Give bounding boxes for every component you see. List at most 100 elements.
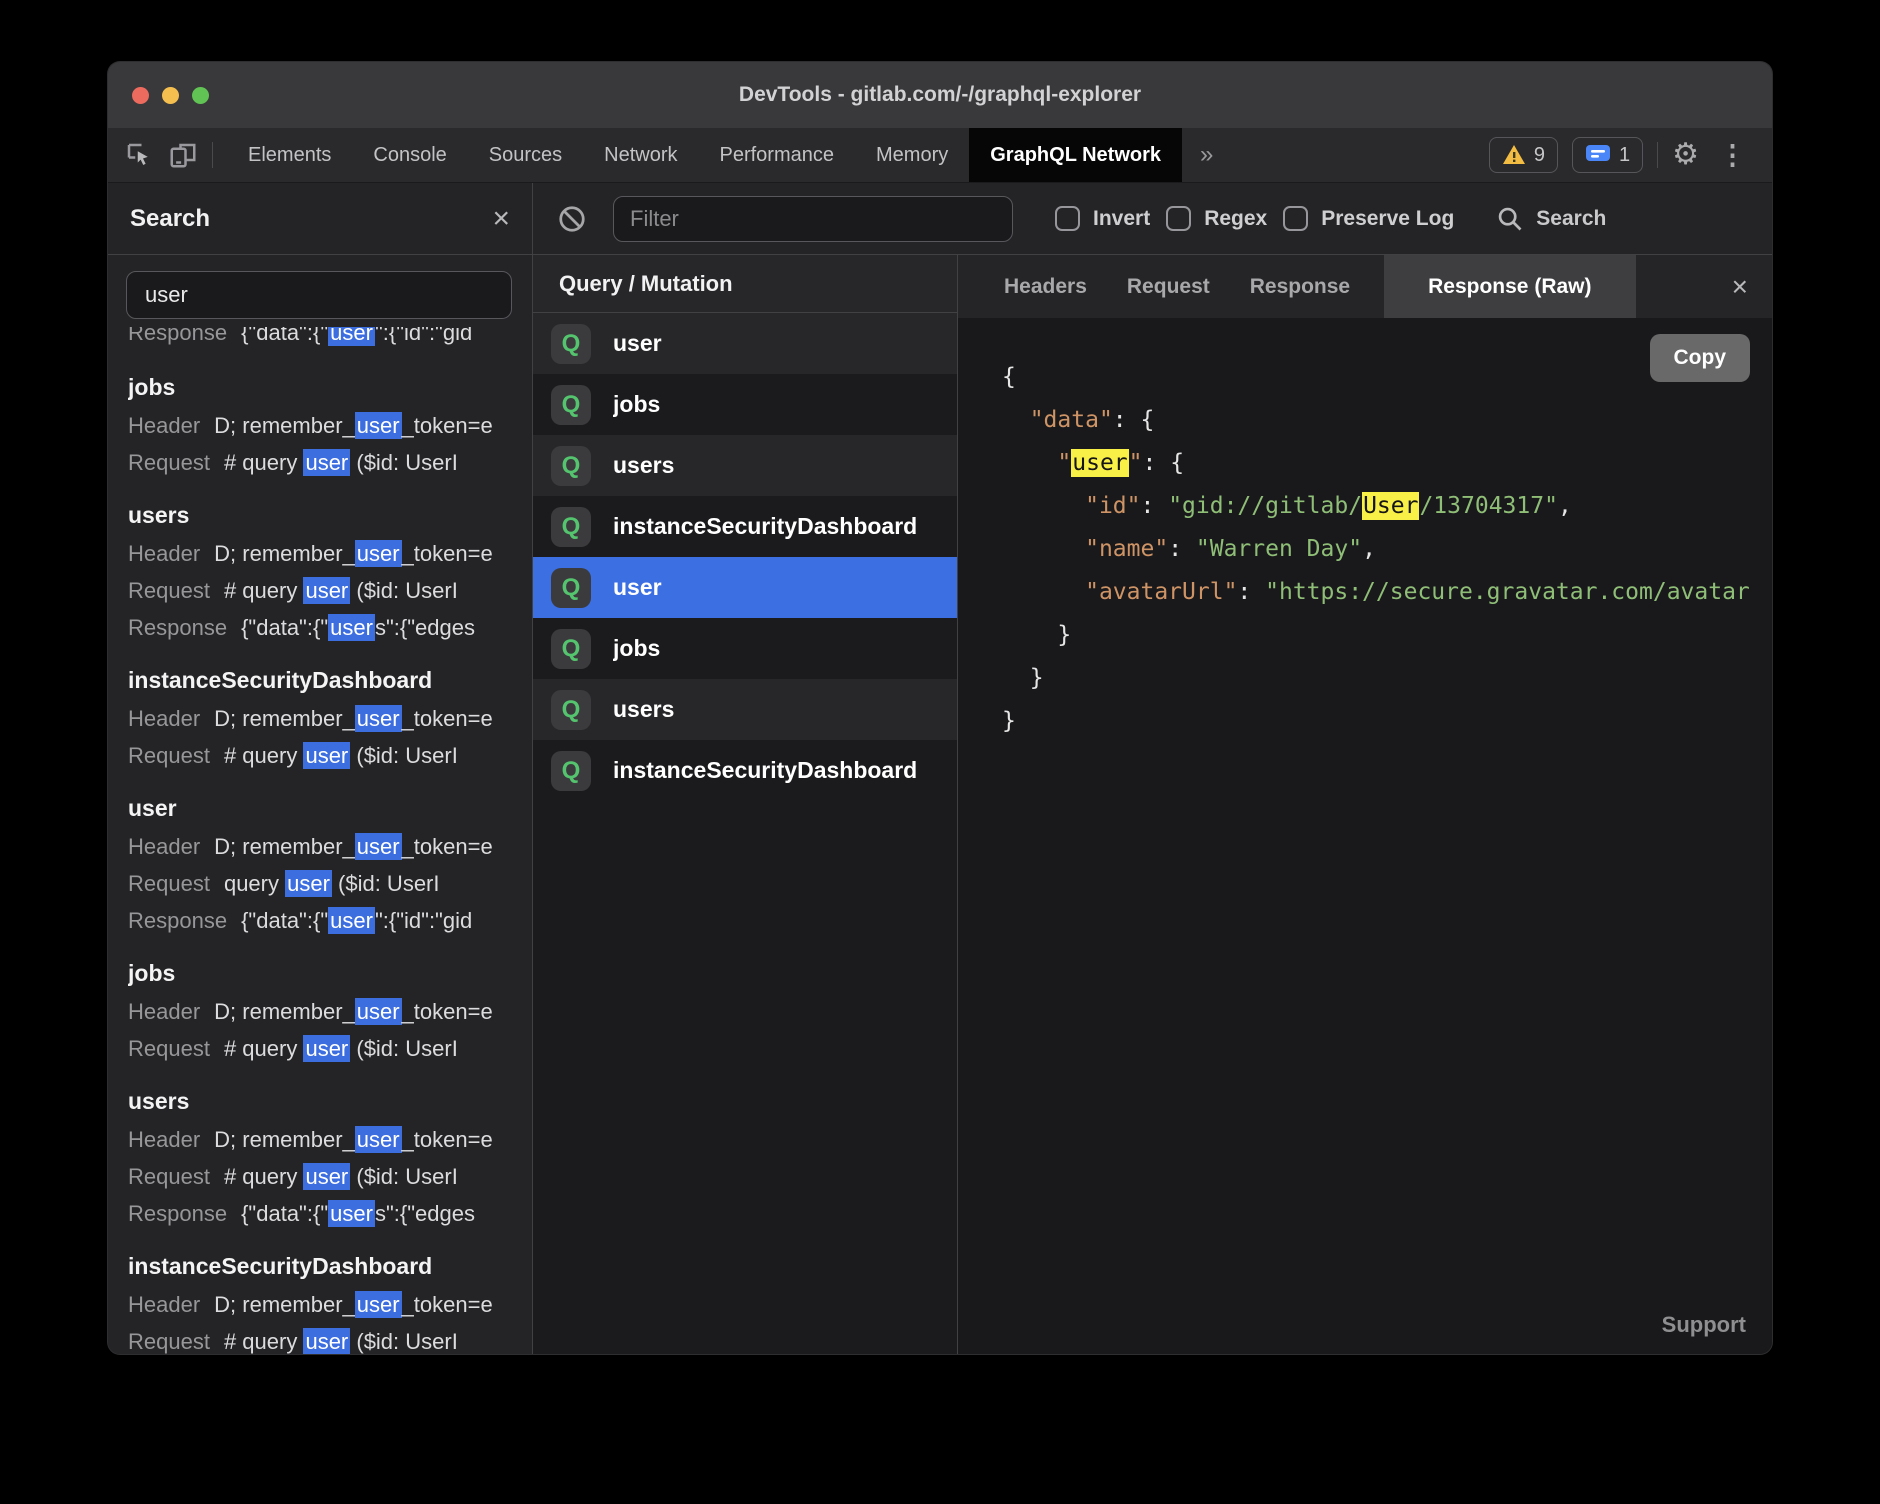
details-tab-response-raw[interactable]: Response (Raw) — [1384, 255, 1635, 318]
device-toolbar-icon[interactable] — [168, 140, 198, 170]
entry-title: jobs — [128, 367, 526, 407]
line-label: Header — [128, 706, 200, 731]
regex-checkbox[interactable] — [1166, 206, 1191, 231]
line-label: Request — [128, 871, 210, 896]
response-raw-body: Copy { "data": { "user": { "id": "gid://… — [958, 318, 1772, 1354]
search-result-line: HeaderD; remember_user_token=e — [128, 407, 526, 444]
search-result-line: Request# query user ($id: UserI — [128, 1323, 526, 1354]
toolbar-search[interactable]: Search — [1496, 205, 1606, 233]
search-result-entry[interactable]: usersHeaderD; remember_user_token=eReque… — [128, 495, 526, 646]
inspect-element-icon[interactable] — [124, 140, 154, 170]
details-tab-response[interactable]: Response — [1230, 255, 1370, 318]
line-label: Response — [128, 1201, 227, 1226]
kebab-menu-icon[interactable]: ⋮ — [1713, 142, 1752, 169]
query-row-user[interactable]: Quser — [533, 557, 957, 618]
tab-graphql-network[interactable]: GraphQL Network — [969, 128, 1182, 182]
checkbox-preserve-log[interactable]: Preserve Log — [1283, 206, 1454, 231]
line-label: Header — [128, 541, 200, 566]
warnings-badge[interactable]: 9 — [1489, 137, 1558, 173]
tab-performance[interactable]: Performance — [699, 128, 856, 182]
match-highlight: user — [355, 1126, 402, 1153]
line-text: {"data":{" — [241, 1201, 328, 1226]
checkbox-regex[interactable]: Regex — [1166, 206, 1267, 231]
line-text: ($id: UserI — [350, 578, 458, 603]
json-token: "Warren Day" — [1196, 536, 1362, 562]
query-row-users[interactable]: Qusers — [533, 435, 957, 496]
search-result-entry[interactable]: jobsHeaderD; remember_user_token=eReques… — [128, 367, 526, 481]
toolbar-separator — [212, 142, 213, 168]
match-highlight: user — [328, 327, 375, 346]
line-text: # query — [224, 1164, 304, 1189]
search-result-entry[interactable]: instanceSecurityDashboardHeaderD; rememb… — [128, 660, 526, 774]
invert-checkbox[interactable] — [1055, 206, 1080, 231]
more-tabs-chevron[interactable]: » — [1182, 128, 1231, 182]
json-token: : — [1168, 536, 1196, 562]
toolbar-search-label: Search — [1536, 207, 1606, 231]
line-text: query — [224, 871, 285, 896]
search-result-entry[interactable]: userHeaderD; remember_user_token=eReques… — [128, 788, 526, 939]
query-row-jobs[interactable]: Qjobs — [533, 374, 957, 435]
preserve-log-checkbox[interactable] — [1283, 206, 1308, 231]
match-highlight: user — [328, 1200, 375, 1227]
query-row-label: users — [613, 452, 674, 479]
tab-network[interactable]: Network — [583, 128, 698, 182]
json-token: : — [1237, 579, 1265, 605]
search-input[interactable] — [126, 271, 512, 319]
query-row-instancesecuritydashboard[interactable]: QinstanceSecurityDashboard — [533, 496, 957, 557]
line-text: D; remember_ — [214, 834, 355, 859]
line-label: Response — [128, 327, 227, 345]
query-row-users[interactable]: Qusers — [533, 679, 957, 740]
match-highlight: user — [328, 907, 375, 934]
search-result-entry[interactable]: jobsHeaderD; remember_user_token=eReques… — [128, 953, 526, 1067]
settings-gear-icon[interactable]: ⚙ — [1672, 140, 1699, 170]
tab-sources[interactable]: Sources — [468, 128, 583, 182]
query-row-label: users — [613, 696, 674, 723]
line-text: # query — [224, 743, 304, 768]
search-result-entry[interactable]: instanceSecurityDashboardHeaderD; rememb… — [128, 1246, 526, 1354]
search-result-line: HeaderD; remember_user_token=e — [128, 993, 526, 1030]
line-text: D; remember_ — [214, 706, 355, 731]
messages-badge[interactable]: 1 — [1572, 137, 1643, 173]
window-title: DevTools - gitlab.com/-/graphql-explorer — [108, 83, 1772, 107]
support-link[interactable]: Support — [1662, 1312, 1746, 1338]
clear-block-icon[interactable] — [557, 204, 587, 234]
match-highlight: user — [355, 705, 402, 732]
regex-label: Regex — [1204, 207, 1267, 231]
details-tab-headers[interactable]: Headers — [984, 255, 1107, 318]
json-token: "id" — [1085, 493, 1140, 519]
tab-console[interactable]: Console — [352, 128, 467, 182]
details-close-icon[interactable]: × — [1732, 271, 1748, 303]
query-type-badge: Q — [551, 507, 591, 547]
search-result-entry[interactable]: usersHeaderD; remember_user_token=eReque… — [128, 1081, 526, 1232]
search-result-line: HeaderD; remember_user_token=e — [128, 700, 526, 737]
line-text: ":{"id":"gid — [375, 908, 472, 933]
search-close-icon[interactable]: × — [492, 204, 510, 234]
match-highlight: user — [355, 540, 402, 567]
search-result-line: Request# query user ($id: UserI — [128, 737, 526, 774]
tab-elements[interactable]: Elements — [227, 128, 352, 182]
title-bar: DevTools - gitlab.com/-/graphql-explorer — [108, 62, 1772, 128]
checkbox-invert[interactable]: Invert — [1055, 206, 1150, 231]
search-result-line: Response{"data":{"users":{"edges — [128, 1195, 526, 1232]
tab-memory[interactable]: Memory — [855, 128, 969, 182]
search-result-line: HeaderD; remember_user_token=e — [128, 1121, 526, 1158]
json-token: "data" — [1030, 407, 1113, 433]
json-token: { — [1002, 364, 1016, 390]
line-label: Header — [128, 1127, 200, 1152]
query-row-label: user — [613, 330, 662, 357]
line-label: Response — [128, 615, 227, 640]
match-highlight: user — [328, 614, 375, 641]
query-row-instancesecuritydashboard[interactable]: QinstanceSecurityDashboard — [533, 740, 957, 801]
search-result-line: HeaderD; remember_user_token=e — [128, 828, 526, 865]
line-text: D; remember_ — [214, 1127, 355, 1152]
devtools-tab-bar: ElementsConsoleSourcesNetworkPerformance… — [108, 128, 1772, 183]
query-row-user[interactable]: Quser — [533, 313, 957, 374]
filter-input[interactable] — [613, 196, 1013, 242]
details-close-wrap: × — [1732, 255, 1772, 318]
match-highlight: user — [355, 833, 402, 860]
query-row-jobs[interactable]: Qjobs — [533, 618, 957, 679]
json-line: } — [1002, 614, 1772, 657]
details-tab-request[interactable]: Request — [1107, 255, 1230, 318]
line-text: _token=e — [402, 413, 493, 438]
query-mutation-header: Query / Mutation — [533, 255, 957, 313]
